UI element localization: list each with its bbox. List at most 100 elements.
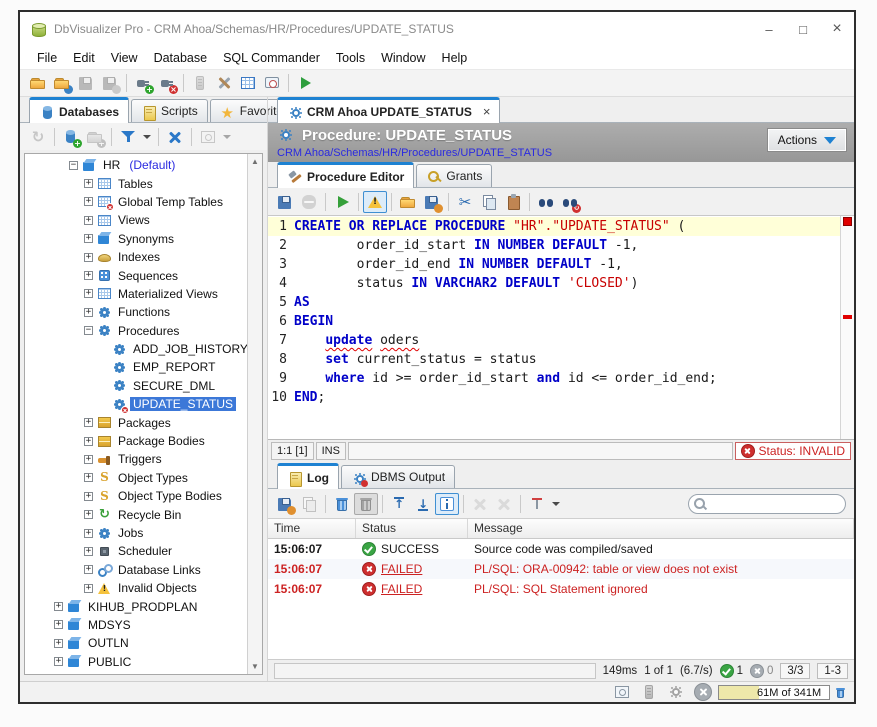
minimize-button[interactable]: – — [752, 12, 786, 46]
column-header-time[interactable]: Time — [268, 519, 356, 538]
bookmark-button[interactable] — [293, 72, 317, 94]
tree-item-triggers[interactable]: +Triggers — [25, 450, 247, 468]
expand-icon[interactable]: + — [84, 179, 93, 188]
column-header-message[interactable]: Message — [468, 519, 854, 538]
tree-item-object-type-bodies[interactable]: +SObject Type Bodies — [25, 487, 247, 505]
tree-item-update-status[interactable]: UPDATE_STATUS — [25, 395, 247, 413]
code-line[interactable]: 6BEGIN — [268, 312, 840, 331]
auto-clear-button[interactable] — [354, 493, 378, 515]
tree-item-hr[interactable]: −HR(Default) — [25, 156, 247, 174]
tree-item-tables[interactable]: +Tables — [25, 174, 247, 192]
tab-procedure-editor[interactable]: Procedure Editor — [277, 162, 414, 188]
error-line-mark[interactable] — [843, 315, 852, 319]
expand-icon[interactable]: + — [84, 437, 93, 446]
scroll-to-top-button[interactable]: ↑ — [387, 493, 411, 515]
tree-item-package-bodies[interactable]: +Package Bodies — [25, 432, 247, 450]
search-input[interactable] — [688, 494, 846, 514]
show-warnings-button[interactable]: ! — [363, 191, 387, 213]
tree-item-synonyms[interactable]: +Synonyms — [25, 230, 247, 248]
show-details-button[interactable] — [435, 493, 459, 515]
save-procedure-button[interactable] — [273, 191, 297, 213]
tree-item-recycle-bin[interactable]: +↻Recycle Bin — [25, 505, 247, 523]
code-line[interactable]: 4 status IN VARCHAR2 DEFAULT 'CLOSED') — [268, 274, 840, 293]
expand-icon[interactable]: + — [84, 455, 93, 464]
expand-icon[interactable]: + — [84, 547, 93, 556]
save-to-file-button[interactable] — [420, 191, 444, 213]
expand-icon[interactable]: + — [84, 510, 93, 519]
expand-icon[interactable]: + — [54, 657, 63, 666]
scroll-up-icon[interactable]: ▲ — [251, 154, 259, 169]
close-button[interactable]: × — [820, 12, 854, 46]
code-line[interactable]: 3 order_id_end IN NUMBER DEFAULT -1, — [268, 255, 840, 274]
tab-databases[interactable]: Databases — [29, 97, 129, 123]
tree-item-secure-dml[interactable]: SECURE_DML — [25, 377, 247, 395]
tree-item-invalid-objects[interactable]: +!Invalid Objects — [25, 579, 247, 597]
row-marker-button[interactable] — [525, 493, 549, 515]
tree-item-sys[interactable]: +SYS — [25, 671, 247, 674]
layout-button[interactable] — [610, 681, 634, 703]
expand-icon[interactable]: + — [84, 418, 93, 427]
error-stripe[interactable] — [840, 216, 854, 439]
sql-editor[interactable]: 1CREATE OR REPLACE PROCEDURE "HR"."UPDAT… — [268, 216, 854, 440]
find-replace-button[interactable]: ↻ — [558, 191, 582, 213]
expand-icon[interactable]: + — [84, 197, 93, 206]
error-overview-mark[interactable] — [843, 217, 852, 226]
connections-button[interactable] — [637, 681, 661, 703]
actions-button[interactable]: Actions — [768, 129, 846, 151]
log-row[interactable]: 15:06:07FAILEDPL/SQL: ORA-00942: table o… — [268, 559, 854, 579]
disconnect-button[interactable]: × — [155, 72, 179, 94]
add-connection-button[interactable]: + — [59, 126, 83, 148]
find-button[interactable] — [534, 191, 558, 213]
expand-icon[interactable]: + — [84, 473, 93, 482]
collapse-icon[interactable]: − — [69, 161, 78, 170]
tree-item-functions[interactable]: +Functions — [25, 303, 247, 321]
tab-scripts[interactable]: Scripts — [131, 99, 208, 122]
log-row[interactable]: 15:06:07FAILEDPL/SQL: SQL Statement igno… — [268, 579, 854, 599]
expand-icon[interactable]: + — [84, 308, 93, 317]
filter-menu-button[interactable] — [140, 126, 154, 148]
cut-button[interactable]: ✂ — [453, 191, 477, 213]
expand-icon[interactable]: + — [54, 620, 63, 629]
expand-icon[interactable]: + — [84, 253, 93, 262]
tab-log[interactable]: Log — [277, 463, 339, 489]
menu-sql-commander[interactable]: SQL Commander — [215, 46, 328, 70]
code-line[interactable]: 10END; — [268, 388, 840, 407]
scroll-to-bottom-button[interactable]: ↓ — [411, 493, 435, 515]
tab-dbms-output[interactable]: DBMS Output — [341, 465, 455, 488]
menu-window[interactable]: Window — [373, 46, 433, 70]
tree-scrollbar[interactable]: ▲ ▼ — [247, 154, 262, 674]
monitor-button[interactable] — [260, 72, 284, 94]
menu-tools[interactable]: Tools — [328, 46, 373, 70]
maximize-button[interactable]: □ — [786, 12, 820, 46]
tree-item-object-types[interactable]: +SObject Types — [25, 469, 247, 487]
tree-item-jobs[interactable]: +Jobs — [25, 524, 247, 542]
garbage-collect-icon[interactable] — [833, 685, 848, 700]
tree-item-packages[interactable]: +Packages — [25, 413, 247, 431]
expand-icon[interactable]: + — [84, 216, 93, 225]
menu-edit[interactable]: Edit — [65, 46, 103, 70]
tree-item-materialized-views[interactable]: +Materialized Views — [25, 285, 247, 303]
menu-view[interactable]: View — [103, 46, 146, 70]
expand-icon[interactable]: + — [54, 602, 63, 611]
code-line[interactable]: 7 update oders — [268, 331, 840, 350]
expand-icon[interactable]: + — [84, 492, 93, 501]
tab-close-icon[interactable]: × — [483, 104, 491, 119]
tree-item-database-links[interactable]: +Database Links — [25, 561, 247, 579]
menu-database[interactable]: Database — [146, 46, 216, 70]
stop-tasks-button[interactable] — [691, 681, 715, 703]
grid-window-button[interactable] — [236, 72, 260, 94]
tree-item-scheduler[interactable]: +Scheduler — [25, 542, 247, 560]
code-line[interactable]: 9 where id >= order_id_start and id <= o… — [268, 369, 840, 388]
export-log-button[interactable] — [273, 493, 297, 515]
tree-item-global-temp-tables[interactable]: +Global Temp Tables — [25, 193, 247, 211]
connect-button[interactable]: + — [131, 72, 155, 94]
tree-item-public[interactable]: +PUBLIC — [25, 653, 247, 671]
expand-icon[interactable]: + — [84, 565, 93, 574]
column-header-status[interactable]: Status — [356, 519, 468, 538]
expand-icon[interactable]: + — [54, 639, 63, 648]
tasks-button[interactable] — [664, 681, 688, 703]
menu-help[interactable]: Help — [434, 46, 476, 70]
code-line[interactable]: 8 set current_status = status — [268, 350, 840, 369]
log-row[interactable]: 15:06:07SUCCESSSource code was compiled/… — [268, 539, 854, 559]
marker-menu-button[interactable] — [549, 493, 563, 515]
